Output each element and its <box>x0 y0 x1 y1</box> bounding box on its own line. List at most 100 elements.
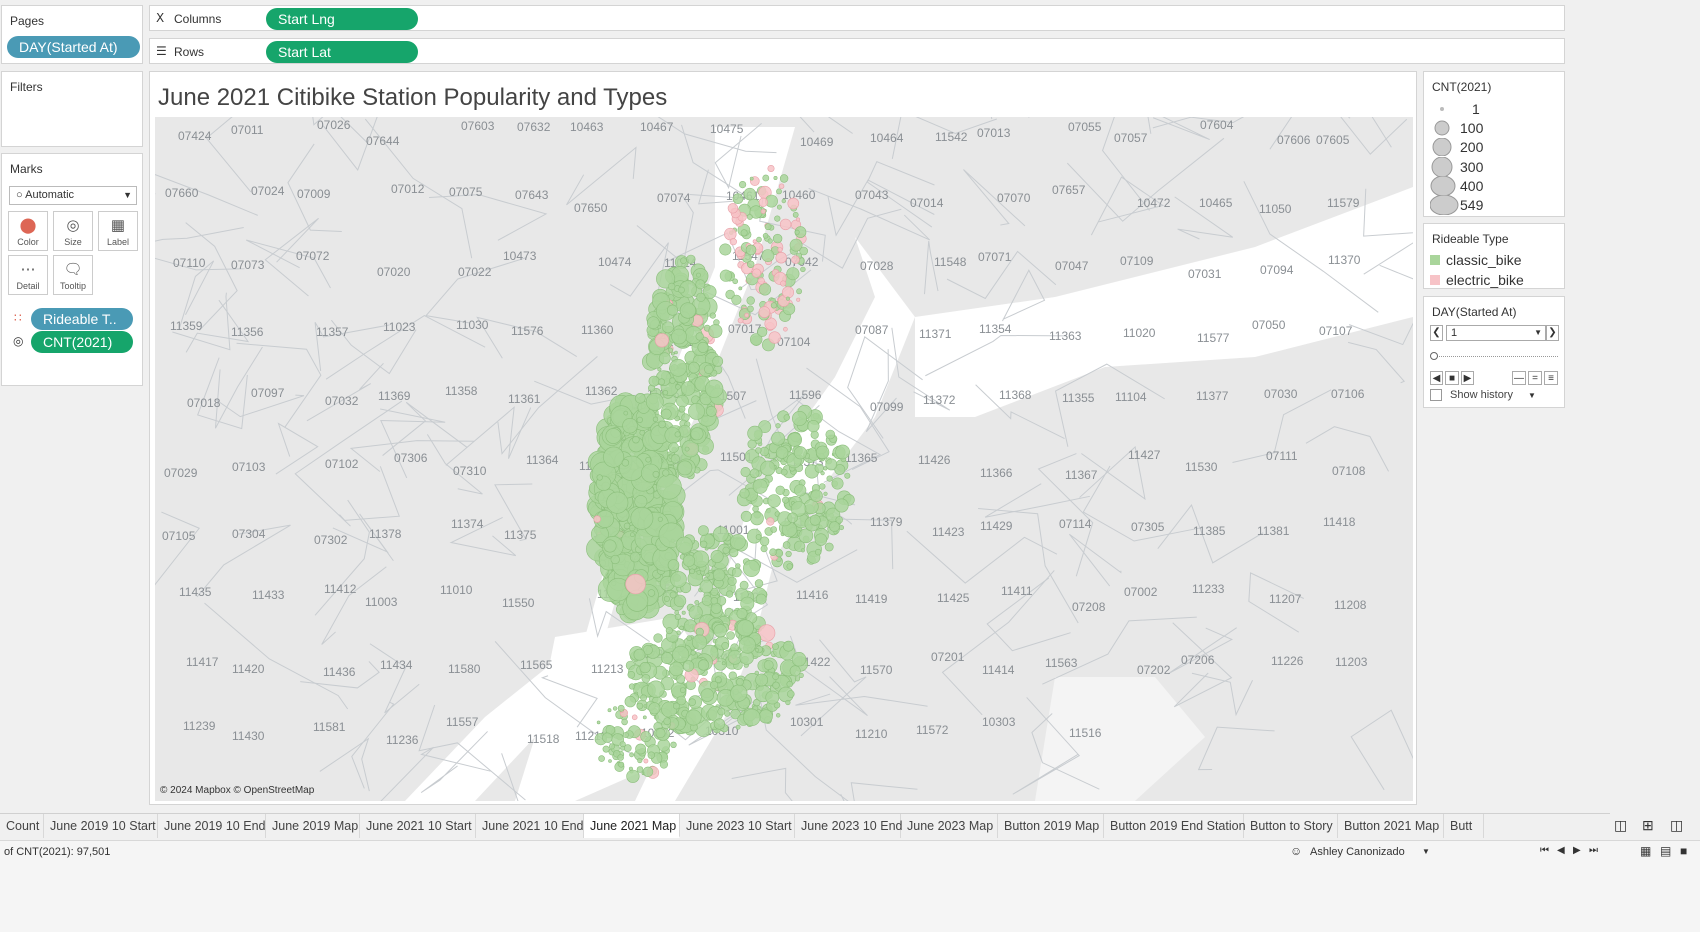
show-history-label: Show history <box>1450 389 1513 401</box>
tab-june-2019-map[interactable]: June 2019 Map <box>266 814 360 838</box>
size-legend: CNT(2021) 1 100 200 300 400 549 <box>1423 71 1565 217</box>
station-mark <box>670 351 675 356</box>
tab-butt[interactable]: Butt <box>1444 814 1484 838</box>
next-sheet-icon[interactable]: ▶ <box>1573 845 1581 856</box>
zip-label: 07075 <box>449 185 483 199</box>
station-mark <box>794 676 801 682</box>
label-button[interactable]: ▦ Label <box>98 211 138 251</box>
prev-sheet-icon[interactable]: ◀ <box>1557 845 1565 856</box>
tooltip-button[interactable]: 🗨 Tooltip <box>53 255 93 295</box>
chevron-down-icon[interactable]: ▼ <box>1528 391 1536 400</box>
tab-june-2023-10-start[interactable]: June 2023 10 Start <box>680 814 795 838</box>
station-mark <box>732 278 739 285</box>
station-mark <box>685 709 702 726</box>
stop-button[interactable]: ■ <box>1445 371 1459 385</box>
station-mark <box>747 439 757 449</box>
tab-button-2019-end-station[interactable]: Button 2019 End Station <box>1104 814 1246 838</box>
tab-june-2021-10-end[interactable]: June 2021 10 End <box>476 814 584 838</box>
speed-fast-button[interactable]: ≡ <box>1544 371 1558 385</box>
zip-label: 11358 <box>445 384 478 398</box>
zip-label: 07047 <box>1055 259 1089 273</box>
tabs-view-icon[interactable]: ■ <box>1680 844 1687 858</box>
zip-label: 11226 <box>1271 654 1304 668</box>
zip-label: 11213 <box>591 662 624 676</box>
station-mark <box>676 394 689 408</box>
columns-pill[interactable]: Start Lng <box>266 8 418 30</box>
last-sheet-icon[interactable]: ⏭ <box>1589 845 1598 856</box>
detail-button[interactable]: ⋯ Detail <box>8 255 48 295</box>
first-sheet-icon[interactable]: ⏮ <box>1540 845 1549 856</box>
play-button[interactable]: ▶ <box>1461 371 1474 385</box>
station-mark <box>772 673 779 681</box>
new-dashboard-icon[interactable]: ⊞ <box>1642 817 1654 834</box>
cnt-pill[interactable]: CNT(2021) <box>31 331 133 353</box>
sheet-sorter-icon[interactable]: ▦ <box>1640 844 1651 858</box>
zip-label: 11577 <box>1197 331 1230 345</box>
filmstrip-icon[interactable]: ▤ <box>1660 844 1671 858</box>
tab-button-to-story[interactable]: Button to Story <box>1244 814 1338 838</box>
map[interactable]: 07424 07011 07026 07644 07603 07632 10463 10467… <box>155 117 1413 801</box>
rows-pill[interactable]: Start Lat <box>266 41 418 63</box>
station-mark <box>657 516 663 522</box>
step-back-button[interactable]: ◀ <box>1430 371 1443 385</box>
tab-button-2019-map[interactable]: Button 2019 Map <box>998 814 1104 838</box>
station-mark <box>766 517 775 526</box>
station-mark <box>738 286 743 291</box>
size-legend-item: 1 <box>1430 99 1480 119</box>
station-mark <box>691 634 708 650</box>
legend-item-electric[interactable]: electric_bike <box>1430 270 1524 290</box>
station-mark <box>670 741 677 748</box>
station-mark <box>603 446 625 468</box>
status-summary: of CNT(2021): 97,501 <box>4 846 111 858</box>
tab-june-2021-map[interactable]: June 2021 Map <box>584 814 680 838</box>
user-name[interactable]: Ashley Canonizado <box>1310 846 1405 858</box>
station-mark <box>724 710 731 717</box>
new-worksheet-icon[interactable]: ◫ <box>1614 817 1627 834</box>
station-mark <box>661 652 673 664</box>
tab-june-2019-10-end[interactable]: June 2019 10 End <box>158 814 266 838</box>
mark-type-dropdown[interactable]: ○ Automatic ▼ <box>9 186 137 205</box>
station-mark <box>760 545 768 553</box>
prev-page-button[interactable]: ❮ <box>1430 325 1443 341</box>
station-mark <box>608 743 615 750</box>
color-field-icon: ∷ <box>14 311 22 325</box>
station-mark <box>635 743 646 755</box>
station-mark <box>727 576 737 586</box>
show-history-checkbox[interactable] <box>1430 389 1442 401</box>
chevron-down-icon[interactable]: ▼ <box>1422 847 1430 856</box>
station-mark <box>694 600 700 605</box>
tab-count[interactable]: Count <box>0 814 44 838</box>
station-mark <box>770 302 778 309</box>
station-mark <box>737 317 744 324</box>
color-label: Color <box>17 237 39 247</box>
color-button[interactable]: ⬤ Color <box>8 211 48 251</box>
tab-june-2021-10-start[interactable]: June 2021 10 Start <box>360 814 476 838</box>
new-story-icon[interactable]: ◫ <box>1670 817 1683 834</box>
speed-slow-button[interactable]: — <box>1512 371 1526 385</box>
tab-june-2019-10-start[interactable]: June 2019 10 Start <box>44 814 158 838</box>
station-mark <box>678 405 686 413</box>
page-value-dropdown[interactable]: 1 ▼ <box>1446 325 1546 341</box>
station-mark <box>677 460 693 476</box>
station-mark <box>755 593 767 605</box>
page-slider-handle[interactable] <box>1430 352 1438 360</box>
filters-card[interactable]: Filters <box>1 71 143 147</box>
page-slider-track[interactable] <box>1434 356 1558 357</box>
station-mark <box>779 218 792 231</box>
pages-pill[interactable]: DAY(Started At) <box>7 36 140 58</box>
tab-button-2021-map[interactable]: Button 2021 Map <box>1338 814 1444 838</box>
speed-medium-button[interactable]: = <box>1528 371 1542 385</box>
size-button[interactable]: ◎ Size <box>53 211 93 251</box>
rideable-type-pill[interactable]: Rideable T.. <box>31 308 133 330</box>
tab-june-2023-10-end[interactable]: June 2023 10 End <box>795 814 902 838</box>
legend-item-classic[interactable]: classic_bike <box>1430 250 1521 270</box>
station-mark <box>713 718 726 730</box>
station-mark <box>739 580 749 590</box>
next-page-button[interactable]: ❯ <box>1546 325 1559 341</box>
zip-boundary <box>1350 709 1413 791</box>
station-mark <box>740 229 748 237</box>
detail-label: Detail <box>16 281 40 291</box>
tab-june-2023-map[interactable]: June 2023 Map <box>901 814 998 838</box>
zip-label: 11423 <box>932 525 965 539</box>
zip-label: 07202 <box>1137 663 1171 677</box>
